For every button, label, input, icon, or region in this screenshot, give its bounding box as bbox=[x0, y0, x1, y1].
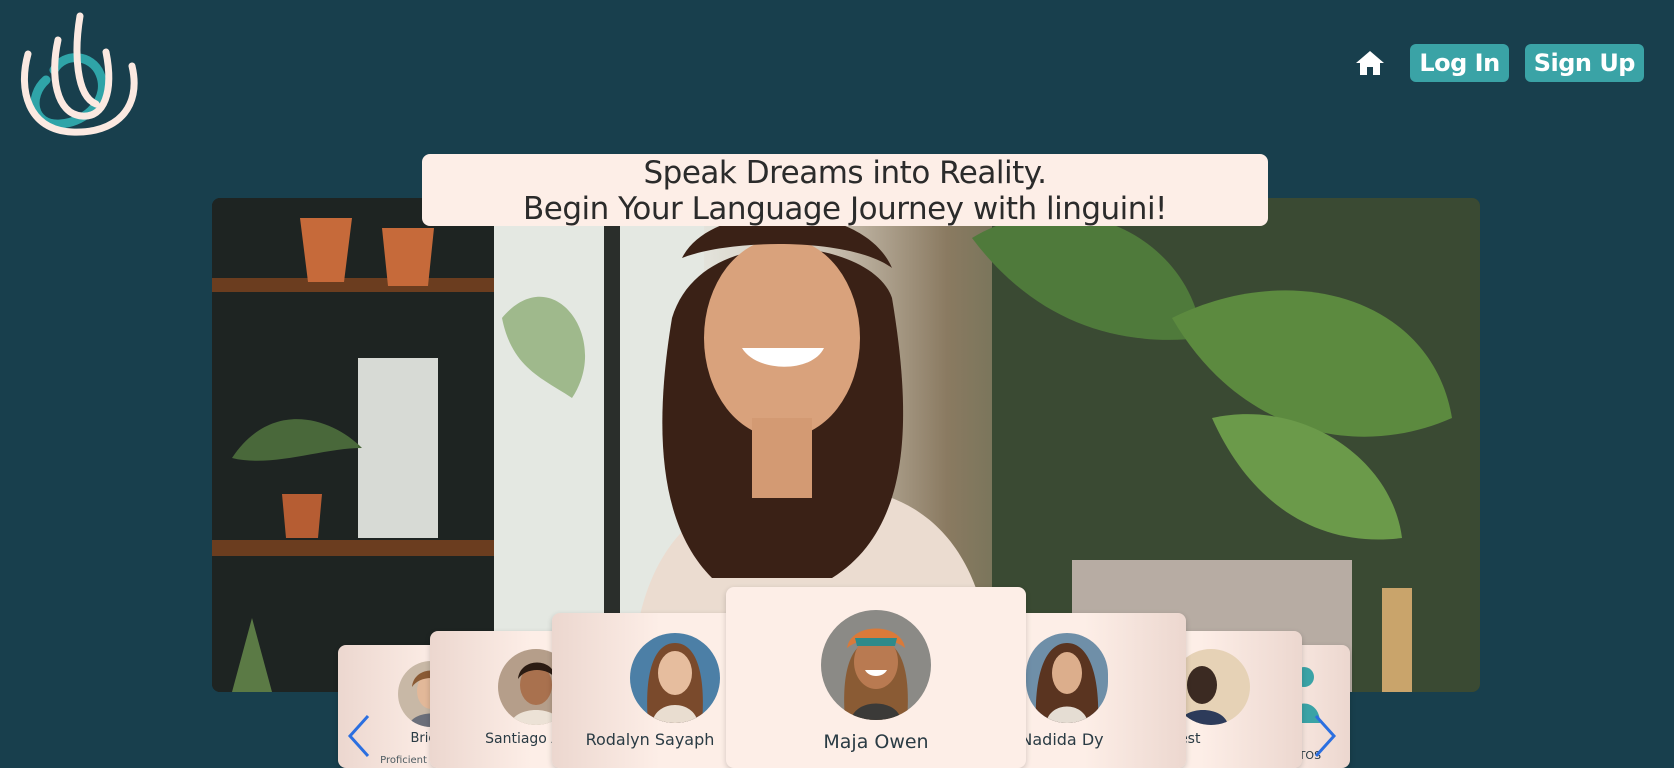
carousel-next-arrow[interactable] bbox=[1312, 712, 1340, 760]
tutor-card-active[interactable]: Maja Owen bbox=[726, 587, 1026, 768]
login-button[interactable]: Log In bbox=[1410, 44, 1509, 82]
linguini-logo[interactable] bbox=[18, 12, 138, 138]
avatar bbox=[630, 633, 720, 723]
tagline-line-1: Speak Dreams into Reality. bbox=[643, 155, 1047, 191]
top-nav: Log In Sign Up bbox=[1354, 44, 1644, 82]
signup-button[interactable]: Sign Up bbox=[1524, 44, 1644, 82]
tutor-name: Rodalyn Sayaph bbox=[585, 730, 715, 749]
home-icon[interactable] bbox=[1354, 47, 1386, 79]
tagline-line-2: Begin Your Language Journey with linguin… bbox=[522, 191, 1168, 227]
tutor-card[interactable]: Nadida Dy bbox=[1002, 613, 1186, 768]
tutor-card[interactable]: Rodalyn Sayaph bbox=[552, 613, 748, 768]
tutor-name: Maja Owen bbox=[823, 731, 929, 753]
hero-tagline: Speak Dreams into Reality. Begin Your La… bbox=[422, 154, 1268, 227]
avatar bbox=[821, 610, 931, 720]
avatar bbox=[1026, 633, 1108, 723]
carousel-prev-arrow[interactable] bbox=[344, 712, 372, 760]
